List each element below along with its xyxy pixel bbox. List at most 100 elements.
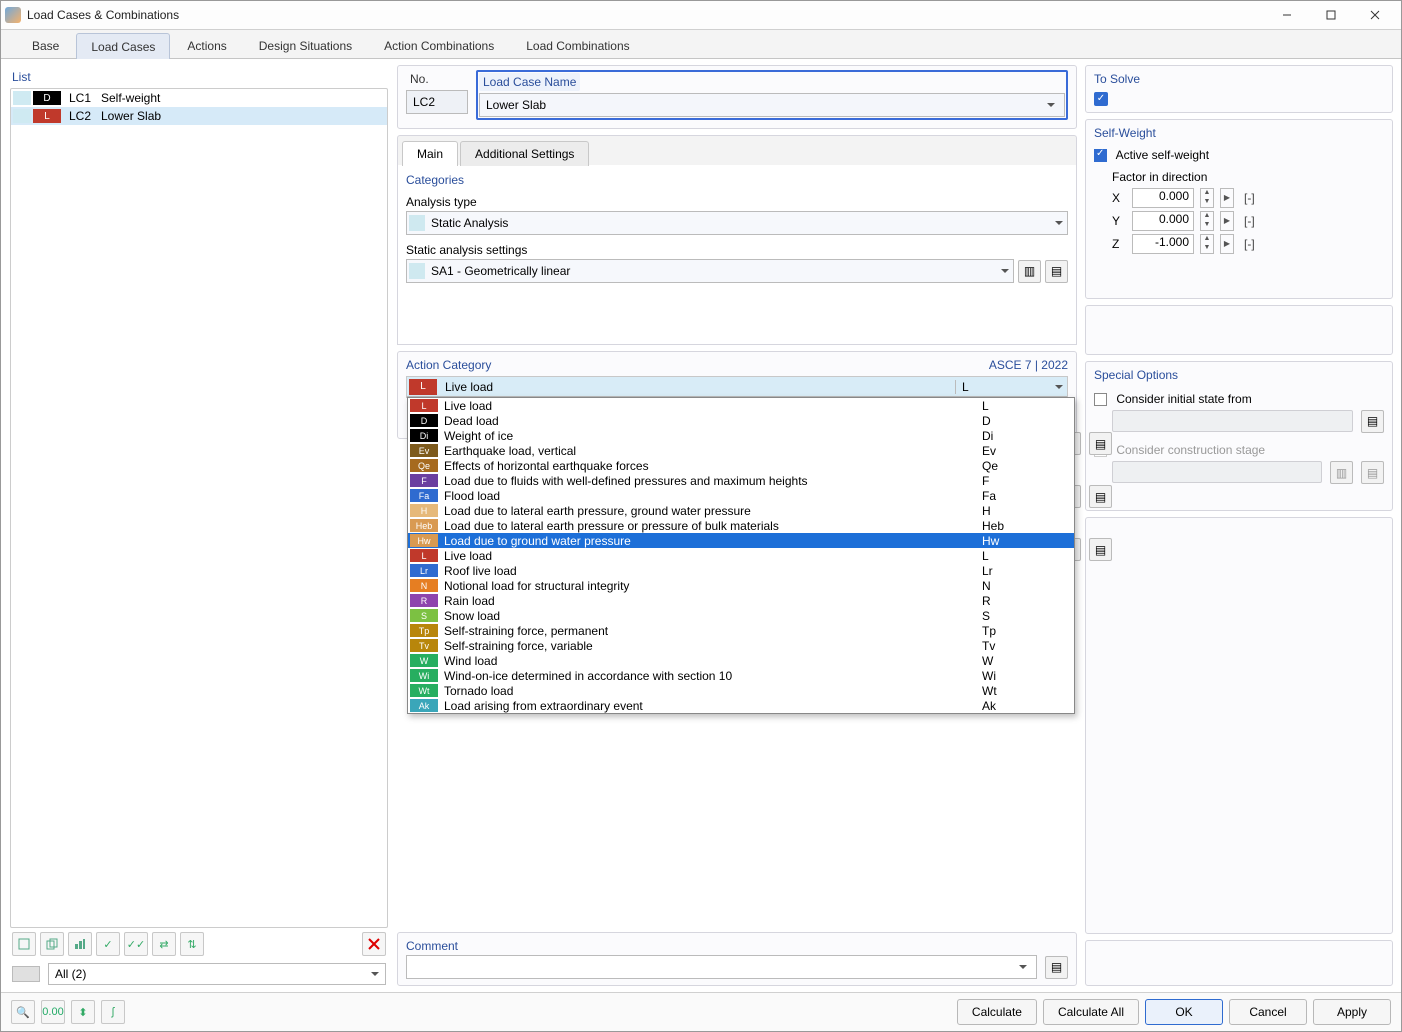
inner-tab-additional-settings[interactable]: Additional Settings: [460, 141, 589, 166]
multi-check-button[interactable]: ✓✓: [124, 932, 148, 956]
footer-script-button[interactable]: ʃ: [101, 1000, 125, 1024]
construction-stage-input: [1112, 461, 1322, 483]
ok-button[interactable]: OK: [1145, 999, 1223, 1025]
loadcase-name-input[interactable]: Lower Slab: [479, 93, 1065, 117]
spinner-menu[interactable]: ▶: [1220, 234, 1234, 254]
list-item[interactable]: LLC2Lower Slab: [11, 107, 387, 125]
action-category-dropdown[interactable]: LLive loadLDDead loadDDiWeight of iceDiE…: [407, 397, 1075, 714]
comment-library-button[interactable]: ▤: [1045, 956, 1068, 979]
top-tab-action-combinations[interactable]: Action Combinations: [369, 32, 509, 58]
ac-option-badge: Ak: [410, 699, 438, 712]
action-category-option[interactable]: AkLoad arising from extraordinary eventA…: [408, 698, 1074, 713]
analysis-type-select[interactable]: Static Analysis: [406, 211, 1068, 235]
footer-tree-button[interactable]: ⬍: [71, 1000, 95, 1024]
active-self-weight-checkbox[interactable]: [1094, 149, 1107, 162]
factor-input-y[interactable]: 0.000: [1132, 211, 1194, 231]
action-category-option[interactable]: WiWind-on-ice determined in accordance w…: [408, 668, 1074, 683]
ac-option-code: N: [978, 579, 1074, 593]
list-item[interactable]: DLC1Self-weight: [11, 89, 387, 107]
ac-option-name: Roof live load: [444, 564, 978, 578]
ac-btn-3b[interactable]: ▤: [1089, 538, 1112, 561]
action-category-option[interactable]: HwLoad due to ground water pressureHw: [408, 533, 1074, 548]
ac-option-code: Hw: [978, 534, 1074, 548]
ac-option-badge: Di: [410, 429, 438, 442]
action-category-option[interactable]: NNotional load for structural integrityN: [408, 578, 1074, 593]
top-tab-design-situations[interactable]: Design Situations: [244, 32, 367, 58]
initial-state-input: [1112, 410, 1353, 432]
comment-title: Comment: [406, 939, 1068, 953]
swap-button[interactable]: ⇄: [152, 932, 176, 956]
new-button[interactable]: [12, 932, 36, 956]
app-icon: [5, 7, 21, 23]
factor-input-z[interactable]: -1.000: [1132, 234, 1194, 254]
settings-edit-button[interactable]: ▤: [1045, 260, 1068, 283]
copy-button[interactable]: [40, 932, 64, 956]
ac-option-name: Wind-on-ice determined in accordance wit…: [444, 669, 978, 683]
cancel-button[interactable]: Cancel: [1229, 999, 1307, 1025]
action-category-option[interactable]: LLive loadL: [408, 398, 1074, 413]
maximize-button[interactable]: [1309, 1, 1353, 29]
loadcase-list[interactable]: DLC1Self-weightLLC2Lower Slab: [10, 88, 388, 928]
bars-button[interactable]: [68, 932, 92, 956]
calculate-button[interactable]: Calculate: [957, 999, 1037, 1025]
action-category-option[interactable]: LLive loadL: [408, 548, 1074, 563]
action-category-option[interactable]: HLoad due to lateral earth pressure, gro…: [408, 503, 1074, 518]
sort-button[interactable]: ⇅: [180, 932, 204, 956]
action-category-option[interactable]: EvEarthquake load, verticalEv: [408, 443, 1074, 458]
ac-option-badge: N: [410, 579, 438, 592]
check-button[interactable]: ✓: [96, 932, 120, 956]
top-tab-base[interactable]: Base: [17, 32, 74, 58]
to-solve-checkbox[interactable]: ✓: [1094, 92, 1108, 106]
filter-select[interactable]: All (2): [48, 963, 386, 985]
static-settings-select[interactable]: SA1 - Geometrically linear: [406, 259, 1014, 283]
action-category-option[interactable]: FaFlood loadFa: [408, 488, 1074, 503]
ac-option-name: Notional load for structural integrity: [444, 579, 978, 593]
spinner[interactable]: ▲▼: [1200, 211, 1214, 231]
spinner-menu[interactable]: ▶: [1220, 188, 1234, 208]
top-tab-actions[interactable]: Actions: [172, 32, 241, 58]
action-category-option[interactable]: QeEffects of horizontal earthquake force…: [408, 458, 1074, 473]
action-category-option[interactable]: DDead loadD: [408, 413, 1074, 428]
action-category-option[interactable]: RRain loadR: [408, 593, 1074, 608]
list-name: Lower Slab: [101, 109, 161, 123]
to-solve-label: To Solve: [1094, 72, 1384, 86]
action-category-option[interactable]: HebLoad due to lateral earth pressure or…: [408, 518, 1074, 533]
ac-option-badge: Fa: [410, 489, 438, 502]
factor-input-x[interactable]: 0.000: [1132, 188, 1194, 208]
spinner[interactable]: ▲▼: [1200, 234, 1214, 254]
top-tab-load-cases[interactable]: Load Cases: [76, 33, 170, 59]
comment-input[interactable]: [406, 955, 1037, 979]
close-button[interactable]: [1353, 1, 1397, 29]
action-category-option[interactable]: FLoad due to fluids with well-defined pr…: [408, 473, 1074, 488]
apply-button[interactable]: Apply: [1313, 999, 1391, 1025]
footer-search-button[interactable]: 🔍: [11, 1000, 35, 1024]
ac-option-badge: L: [410, 399, 438, 412]
action-category-select[interactable]: L Live load L LLive loadLDDead loadDDiWe…: [406, 376, 1068, 398]
action-category-option[interactable]: WWind loadW: [408, 653, 1074, 668]
action-category-option[interactable]: SSnow loadS: [408, 608, 1074, 623]
action-category-option[interactable]: TvSelf-straining force, variableTv: [408, 638, 1074, 653]
initial-state-checkbox[interactable]: [1094, 393, 1107, 406]
initial-state-edit-button[interactable]: ▤: [1361, 410, 1384, 433]
inner-tab-main[interactable]: Main: [402, 141, 458, 166]
spinner-menu[interactable]: ▶: [1220, 211, 1234, 231]
action-category-option[interactable]: WtTornado loadWt: [408, 683, 1074, 698]
ac-option-badge: H: [410, 504, 438, 517]
self-weight-title: Self-Weight: [1094, 126, 1384, 140]
calculate-all-button[interactable]: Calculate All: [1043, 999, 1139, 1025]
special-options-title: Special Options: [1094, 368, 1384, 382]
ac-btn-2b[interactable]: ▤: [1089, 485, 1112, 508]
list-badge: L: [33, 109, 61, 123]
ac-btn-1b[interactable]: ▤: [1089, 432, 1112, 455]
action-category-option[interactable]: DiWeight of iceDi: [408, 428, 1074, 443]
top-tab-load-combinations[interactable]: Load Combinations: [511, 32, 644, 58]
settings-new-button[interactable]: ▥: [1018, 260, 1041, 283]
footer-units-button[interactable]: 0.00: [41, 1000, 65, 1024]
action-category-option[interactable]: LrRoof live loadLr: [408, 563, 1074, 578]
action-category-option[interactable]: TpSelf-straining force, permanentTp: [408, 623, 1074, 638]
loadcase-number-input[interactable]: LC2: [406, 90, 468, 114]
spinner[interactable]: ▲▼: [1200, 188, 1214, 208]
ac-option-code: L: [978, 549, 1074, 563]
delete-button[interactable]: [362, 932, 386, 956]
minimize-button[interactable]: [1265, 1, 1309, 29]
